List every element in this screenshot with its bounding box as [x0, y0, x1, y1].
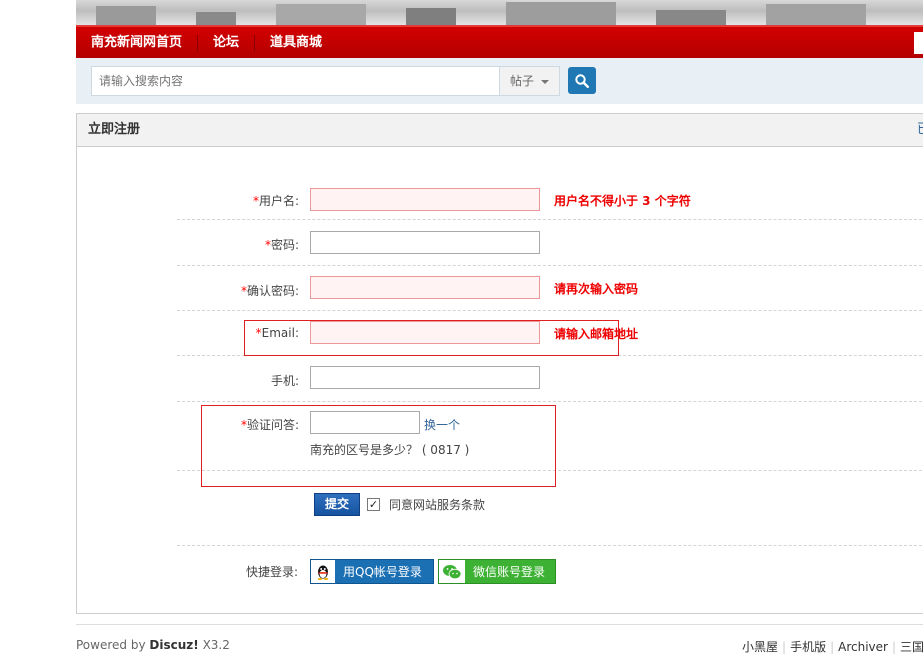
captcha-label: *验证问答: — [240, 418, 299, 432]
search-type-select[interactable]: 帖子 — [499, 66, 560, 96]
submit-button[interactable]: 提交 — [314, 493, 360, 516]
chevron-down-icon — [541, 80, 549, 84]
captcha-row: *验证问答: 换一个 南充的区号是多少？ ( 0817 ) — [177, 402, 923, 471]
confirm-password-input[interactable] — [310, 276, 540, 299]
search-input[interactable] — [91, 66, 501, 96]
nav-item-home[interactable]: 南充新闻网首页 — [76, 34, 199, 51]
footer-link-mobile[interactable]: 手机版 — [786, 640, 830, 654]
password-row: *密码: — [177, 220, 923, 266]
agree-checkbox[interactable]: ✓ — [367, 498, 380, 511]
password-input[interactable] — [310, 231, 540, 254]
footer-divider — [76, 624, 923, 625]
email-error: 请输入邮箱地址 — [554, 327, 639, 341]
confirm-password-error: 请再次输入密码 — [554, 282, 639, 296]
username-label: *用户名: — [252, 194, 299, 208]
footer-link-sanguo[interactable]: 三国 — [896, 640, 923, 654]
username-input[interactable] — [310, 188, 540, 211]
quick-login-label: 快捷登录: — [245, 565, 298, 579]
phone-label: 手机: — [270, 374, 299, 388]
username-error: 用户名不得小于 3 个字符 — [554, 194, 691, 208]
captcha-question: 南充的区号是多少？ ( 0817 ) — [310, 443, 470, 457]
qq-penguin-icon — [311, 560, 335, 583]
page-title: 立即注册 — [88, 122, 141, 137]
search-bar: 帖子 — [76, 58, 923, 104]
nav-item-forum[interactable]: 论坛 — [198, 34, 256, 51]
nav-right-edge — [914, 32, 923, 54]
register-panel: 立即注册 已 *用户名: 用户名不得小于 3 个字符 *密码: *确认密码: 请… — [76, 113, 923, 614]
wechat-icon — [439, 560, 465, 583]
wechat-login-label: 微信账号登录 — [473, 565, 546, 579]
search-type-label: 帖子 — [510, 74, 535, 88]
search-icon — [575, 73, 589, 88]
username-row: *用户名: 用户名不得小于 3 个字符 — [177, 188, 923, 220]
search-button[interactable] — [568, 67, 596, 94]
panel-header-link[interactable]: 已 — [917, 114, 923, 146]
phone-row: 手机: — [177, 356, 923, 402]
qq-login-label: 用QQ帐号登录 — [343, 565, 422, 579]
quick-login-divider — [177, 471, 923, 546]
panel-header: 立即注册 已 — [77, 114, 923, 147]
captcha-input[interactable] — [310, 411, 420, 434]
agree-terms-label[interactable]: 同意网站服务条款 — [389, 496, 485, 513]
email-row: *Email: 请输入邮箱地址 — [177, 311, 923, 356]
wechat-login-button[interactable]: 微信账号登录 — [438, 559, 556, 584]
discuz-link[interactable]: Discuz! — [149, 638, 198, 652]
email-input[interactable] — [310, 321, 540, 344]
main-nav: 南充新闻网首页 论坛 道具商城 — [76, 25, 923, 58]
phone-input[interactable] — [310, 366, 540, 389]
footer-link-blacklist[interactable]: 小黑屋 — [738, 640, 782, 654]
confirm-password-label: *确认密码: — [240, 284, 299, 298]
email-label: *Email: — [255, 326, 299, 340]
qq-login-button[interactable]: 用QQ帐号登录 — [310, 559, 434, 584]
password-label: *密码: — [264, 238, 299, 252]
footer-link-archiver[interactable]: Archiver — [834, 640, 892, 654]
captcha-change-link[interactable]: 换一个 — [424, 416, 460, 433]
nav-item-shop[interactable]: 道具商城 — [255, 35, 337, 51]
header-banner — [76, 0, 923, 26]
footer-powered: Powered by Discuz! X3.2 — [76, 638, 230, 652]
confirm-password-row: *确认密码: 请再次输入密码 — [177, 266, 923, 311]
